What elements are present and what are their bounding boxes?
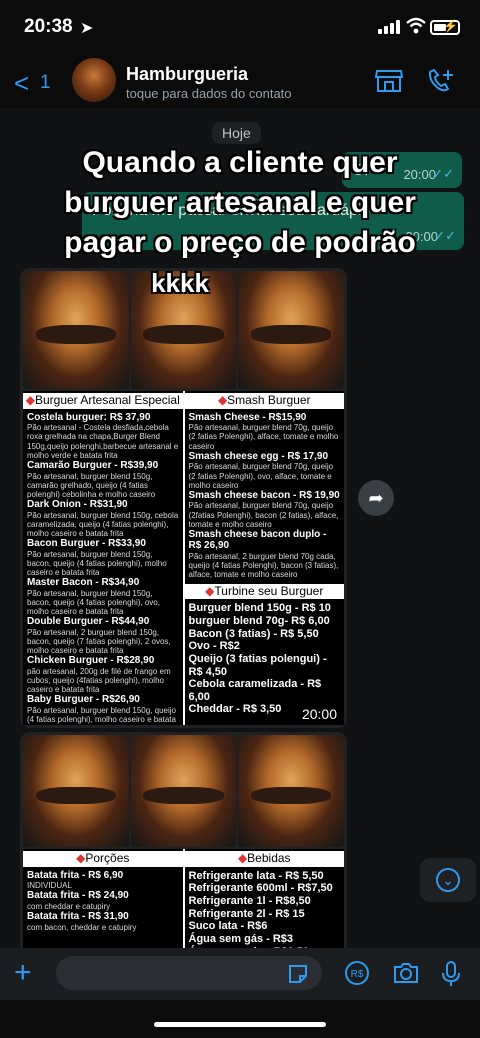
section-heading: ◆Burguer Artesanal Especial — [23, 393, 183, 409]
menu-item-name: Batata frita - R$ 6,90 — [27, 869, 124, 881]
burger-photo — [130, 735, 237, 847]
image-time: 20:00 — [301, 706, 337, 722]
menu-item-description: Pão artesanal, burguer blend 150g, queij… — [27, 705, 176, 725]
menu-item-name: Smash cheese egg - R$ 17,90 — [188, 450, 329, 462]
add-call-icon[interactable] — [426, 68, 456, 94]
menu-item-name: Cebola caramelizada - R$ 6,00 — [188, 678, 322, 703]
menu-item-name: Bacon Burguer - R$33,90 — [27, 538, 146, 550]
menu-item-description: Pão artesanal, burguer blend 70g, queijo… — [188, 462, 334, 490]
menu-item-name: Chicken Burguer - R$28,90 — [27, 655, 155, 667]
diamond-icon: ◆ — [237, 851, 248, 865]
payment-icon[interactable]: R$ — [344, 960, 370, 986]
menu-item-name: Smash cheese bacon - R$ 19,90 — [188, 489, 340, 501]
store-icon[interactable] — [374, 68, 404, 94]
home-indicator[interactable] — [154, 1022, 326, 1027]
section-heading: ◆Smash Burguer — [184, 393, 344, 409]
chat-subtitle[interactable]: toque para dados do contato — [126, 86, 292, 101]
back-unread-count[interactable]: 1 — [40, 72, 51, 94]
back-icon[interactable]: < — [14, 68, 29, 99]
menu-item-name: burguer blend 70g- R$ 6,00 — [188, 614, 330, 627]
menu-item-name: Burguer blend 150g - R$ 10 — [188, 602, 331, 615]
porcoes-column: ◆Porções Batata frita - R$ 6,90 INDIVIDUA… — [23, 849, 183, 948]
wifi-icon — [406, 17, 426, 34]
section-heading: ◆Bebidas — [184, 851, 344, 867]
date-separator: Hoje — [212, 122, 261, 144]
message-input[interactable] — [56, 956, 322, 990]
menu-image-bubble[interactable]: ◆Porções Batata frita - R$ 6,90 INDIVIDUA… — [20, 732, 347, 948]
menu-item-name: Suco lata - R$6 — [188, 920, 268, 933]
diamond-icon: ◆ — [76, 851, 86, 865]
chevron-down-icon: ⌄ — [436, 868, 460, 892]
menu-item-description: com bacon, cheddar e catupiry — [27, 922, 137, 932]
section-heading: ◆Porções — [23, 851, 183, 867]
menu-item-name: Batata frita - R$ 24,90 — [27, 890, 129, 902]
avatar[interactable] — [72, 58, 116, 102]
menu-item-description: Pão artesanal - Costela desfiada,cebola … — [27, 423, 179, 460]
chat-area[interactable]: Hoje Oi 20:00 ✓✓ Poderia me passar envia… — [0, 108, 480, 948]
menu-item-description: Pão artesanal, burguer blend 150g, bacon… — [27, 549, 167, 578]
menu-item-name: Ovo - R$2 — [188, 640, 240, 653]
signal-icon — [378, 20, 400, 34]
menu-item-description: Pão artesanal, burguer blend 150g, cebol… — [27, 510, 179, 538]
menu-item-name: Smash Cheese - R$15,90 — [188, 411, 307, 423]
diamond-icon: ◆ — [205, 583, 215, 598]
menu-item-name: Refrigerante 600ml - R$7,50 — [188, 882, 333, 895]
menu-item-description: Pão artesanal, burguer blend 70g, queijo… — [188, 423, 339, 451]
microphone-icon[interactable] — [440, 960, 462, 988]
menu-item-name: Master Bacon - R$34,90 — [27, 577, 140, 589]
meme-caption-line: pagar o preço de podrão — [64, 226, 416, 259]
menu-item-name: Refrigerante 2l - R$ 15 — [188, 907, 305, 920]
smash-column: ◆Smash Burguer Smash Cheese - R$15,90 Pão… — [182, 391, 344, 725]
input-bar: + R$ — [0, 948, 480, 1000]
burger-photo — [238, 735, 345, 847]
menu-item-name: Baby Burguer - R$26,90 — [27, 694, 140, 706]
menu-item-name: Batata frita - R$ 31,90 — [27, 911, 129, 923]
menu-item-description: Pão artesanal, burguer blend 150g, bacon… — [27, 588, 160, 617]
menu-item-name: Queijo (3 fatias polengui) - R$ 4,50 — [188, 652, 327, 678]
menu-item-name: Double Burguer - R$44,90 — [27, 616, 150, 628]
meme-caption-line: burguer artesanal e quer — [64, 186, 416, 219]
forward-icon[interactable]: ➦ — [358, 480, 394, 516]
location-icon: ➤ — [80, 20, 94, 37]
menu-item-description: INDIVIDUAL — [27, 881, 72, 891]
menu-item-description: Pão artesanal, burguer blend 150g, camar… — [27, 471, 156, 499]
menu-item-name: Refrigerante lata - R$ 5,50 — [188, 869, 324, 882]
bebidas-column: ◆Bebidas Refrigerante lata - R$ 5,50 Refr… — [182, 849, 344, 948]
menu-image-bubble[interactable]: ◆Burguer Artesanal Especial Costela burg… — [20, 268, 347, 728]
chat-name[interactable]: Hamburgueria — [126, 64, 248, 85]
menu-item-description: pão artesanal, 200g de filé de frango em… — [27, 666, 171, 695]
menu-item-name: Costela burguer: R$ 37,90 — [27, 411, 151, 423]
burger-photo — [23, 735, 129, 847]
menu-item-description: Pão artesanal, 2 burguer blend 150g, bac… — [27, 627, 171, 656]
burger-photos — [23, 735, 345, 847]
menu-item-name: Bacon (3 fatias) - R$ 5,50 — [188, 627, 319, 640]
menu-text: ◆Burguer Artesanal Especial Costela burg… — [23, 391, 344, 725]
sticker-icon[interactable] — [286, 962, 310, 986]
menu-item-name: Dark Onion - R$31,90 — [27, 499, 128, 511]
artesanal-column: ◆Burguer Artesanal Especial Costela burg… — [23, 391, 183, 725]
menu-text: ◆Porções Batata frita - R$ 6,90 INDIVIDUA… — [23, 849, 344, 948]
menu-item-description: Pão artesanal, burguer blend 70g, queijo… — [188, 501, 339, 529]
status-bar: 20:38 ➤ ⚡ — [0, 0, 480, 56]
plus-icon[interactable]: + — [14, 958, 32, 988]
svg-text:R$: R$ — [351, 969, 364, 980]
menu-item-description: com cheddar e catupiry — [27, 901, 111, 911]
meme-caption-line: Quando a cliente quer — [82, 146, 398, 179]
chat-header: < 1 Hamburgueria toque para dados do con… — [0, 56, 480, 106]
menu-item-name: Smash cheese bacon duplo - R$ 26,90 — [188, 528, 327, 552]
menu-item-description: Pão artesanal, 2 burguer blend 70g cada,… — [188, 551, 339, 580]
menu-item-name: Camarão Burguer - R$39,90 — [27, 460, 159, 472]
camera-icon[interactable] — [392, 960, 420, 986]
menu-item-name: Água sem gás - R$3 — [188, 933, 294, 945]
diamond-icon: ◆ — [25, 393, 35, 407]
status-time: 20:38 — [24, 16, 73, 37]
diamond-icon: ◆ — [217, 393, 228, 407]
meme-caption-line: kkkk — [151, 268, 209, 298]
battery-icon: ⚡ — [430, 19, 460, 35]
menu-item-name: Refrigerante 1l - R$8,50 — [188, 895, 311, 908]
section-heading: ◆Turbine seu Burguer — [184, 583, 344, 600]
scroll-to-bottom-button[interactable]: ⌄ — [420, 858, 476, 902]
